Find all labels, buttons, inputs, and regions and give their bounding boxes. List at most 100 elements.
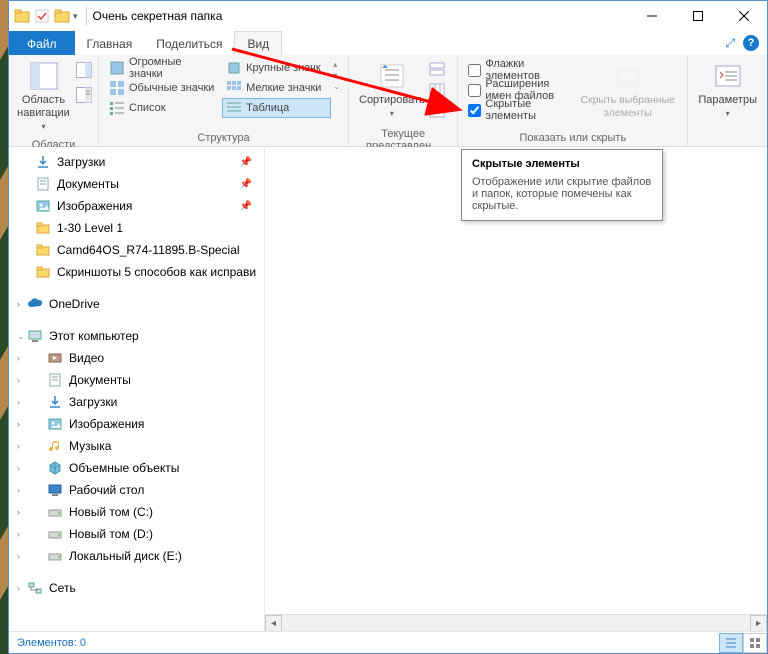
nav-this-pc-label: Этот компьютер — [49, 329, 139, 343]
expand-icon[interactable]: › — [17, 551, 20, 561]
tooltip-title: Скрытые элементы — [472, 158, 652, 170]
tab-home[interactable]: Главная — [75, 31, 145, 55]
view-icons-button[interactable] — [743, 633, 767, 653]
app-icon — [13, 7, 31, 25]
nav-item-label: Документы — [57, 177, 119, 191]
nav-item-label: Скриншоты 5 способов как исправи — [57, 265, 256, 279]
folder-icon — [35, 242, 51, 258]
nav-item-label: Видео — [69, 351, 104, 365]
nav-item[interactable]: › Музыка — [9, 435, 264, 457]
doc-icon — [47, 372, 63, 388]
nav-item-label: Изображения — [57, 199, 132, 213]
tab-share[interactable]: Поделиться — [144, 31, 234, 55]
scroll-right-button[interactable]: ▸ — [750, 615, 767, 632]
layout-details[interactable]: Таблица — [222, 98, 331, 118]
maximize-button[interactable] — [675, 1, 721, 31]
expand-icon[interactable]: › — [17, 529, 20, 539]
qat-icon-2[interactable] — [53, 7, 71, 25]
expand-icon[interactable]: › — [17, 583, 20, 593]
pin-icon: 📌 — [240, 157, 252, 168]
tooltip-hidden-items: Скрытые элементы Отображение или скрытие… — [461, 149, 663, 221]
nav-item[interactable]: ›Рабочий стол — [9, 479, 264, 501]
view-details-button[interactable] — [719, 633, 743, 653]
folder-icon — [35, 264, 51, 280]
expand-icon[interactable]: › — [17, 375, 20, 385]
preview-pane-icon[interactable] — [76, 62, 92, 83]
group-by-icon[interactable] — [429, 62, 445, 81]
nav-item-label: Загрузки — [57, 155, 105, 169]
hidden-items-toggle[interactable]: Скрытые элементы — [464, 100, 574, 120]
nav-item-label: Объемные объекты — [69, 461, 179, 475]
navigation-pane-button[interactable]: Область навигации ▾ — [15, 58, 72, 134]
ribbon-tabs: Файл Главная Поделиться Вид ⤢ ? — [9, 31, 767, 55]
layout-medium[interactable]: Обычные значки — [105, 78, 222, 98]
pin-icon: 📌 — [240, 179, 252, 190]
this-pc-icon — [27, 328, 43, 344]
qat-icon-1[interactable] — [33, 7, 51, 25]
layout-list[interactable]: Список — [105, 98, 222, 118]
ribbon-collapse-icon[interactable]: ⤢ — [725, 36, 735, 51]
navigation-pane-label: Область навигации — [17, 94, 70, 120]
nav-item[interactable]: ›Загрузки — [9, 391, 264, 413]
group-layout-label: Структура — [99, 130, 348, 146]
nav-item[interactable]: › Новый том (C:) — [9, 501, 264, 523]
group-show-hide-label: Показать или скрыть — [458, 130, 687, 146]
layout-scroll-down-icon[interactable]: ▾ — [333, 71, 340, 80]
nav-item-label: Музыка — [69, 439, 111, 453]
tooltip-body: Отображение или скрытие файлов и папок, … — [472, 176, 651, 212]
nav-item[interactable]: › Локальный диск (E:) — [9, 545, 264, 567]
expand-icon[interactable]: › — [17, 441, 20, 451]
options-label: Параметры — [698, 94, 757, 107]
size-columns-icon[interactable] — [429, 104, 445, 123]
layout-expand-icon[interactable]: ⌄ — [333, 82, 340, 91]
details-pane-icon[interactable] — [76, 87, 92, 108]
item-checkboxes-toggle[interactable]: Флажки элементов — [464, 60, 574, 80]
ribbon: Область навигации ▾ Области Огромные зна… — [9, 55, 767, 147]
file-extensions-toggle[interactable]: Расширения имен файлов — [464, 80, 574, 100]
nav-item[interactable]: › Изображения — [9, 413, 264, 435]
nav-item-label: Локальный диск (E:) — [69, 549, 182, 563]
expand-icon[interactable]: › — [17, 485, 20, 495]
expand-icon[interactable]: › — [17, 507, 20, 517]
expand-icon[interactable]: › — [17, 419, 20, 429]
folder-icon — [35, 220, 51, 236]
nav-item[interactable]: › Видео — [9, 347, 264, 369]
status-bar: Элементов: 0 — [9, 631, 767, 653]
layout-extra-large[interactable]: Огромные значки — [105, 58, 222, 78]
layout-scroll-up-icon[interactable]: ▴ — [333, 60, 340, 69]
status-text: Элементов: 0 — [17, 637, 86, 649]
pictures-icon — [47, 416, 63, 432]
nav-item[interactable]: › Объемные объекты — [9, 457, 264, 479]
nav-item-label: Новый том (C:) — [69, 505, 153, 519]
nav-item-label: Новый том (D:) — [69, 527, 153, 541]
sort-button[interactable]: Сортировать ▾ — [355, 58, 429, 121]
expand-icon[interactable]: › — [17, 463, 20, 473]
layout-large[interactable]: Крупные значк — [222, 58, 331, 78]
nav-item-label: Документы — [69, 373, 131, 387]
minimize-button[interactable] — [629, 1, 675, 31]
qat-dropdown-icon[interactable]: ▾ — [73, 11, 80, 22]
horizontal-scrollbar[interactable]: ◂ ▸ — [265, 614, 767, 631]
navigation-tree[interactable]: Загрузки📌 Документы📌 Изображения📌 1-30 L… — [9, 147, 264, 631]
expand-icon[interactable]: ⌄ — [17, 331, 25, 342]
tab-view[interactable]: Вид — [234, 31, 282, 56]
options-button[interactable]: Параметры ▾ — [694, 58, 761, 121]
add-columns-icon[interactable] — [429, 83, 445, 102]
tab-file[interactable]: Файл — [9, 31, 75, 55]
expand-icon[interactable]: › — [17, 397, 20, 407]
hide-selected-icon — [612, 60, 644, 92]
close-button[interactable] — [721, 1, 767, 31]
expand-icon[interactable]: › — [17, 353, 20, 363]
nav-item[interactable]: › Документы — [9, 369, 264, 391]
nav-item-label: Изображения — [69, 417, 144, 431]
scroll-left-button[interactable]: ◂ — [265, 615, 282, 632]
nav-item[interactable]: › Новый том (D:) — [9, 523, 264, 545]
expand-icon[interactable]: › — [17, 299, 20, 309]
layout-small[interactable]: Мелкие значки — [222, 78, 331, 98]
scroll-track[interactable] — [282, 615, 750, 632]
help-icon[interactable]: ? — [743, 35, 759, 51]
nav-item-label: 1-30 Level 1 — [57, 221, 123, 235]
drive-icon — [47, 548, 63, 564]
onedrive-icon — [27, 296, 43, 312]
nav-item-label: Camd64OS_R74-11895.B-Special — [57, 243, 240, 257]
